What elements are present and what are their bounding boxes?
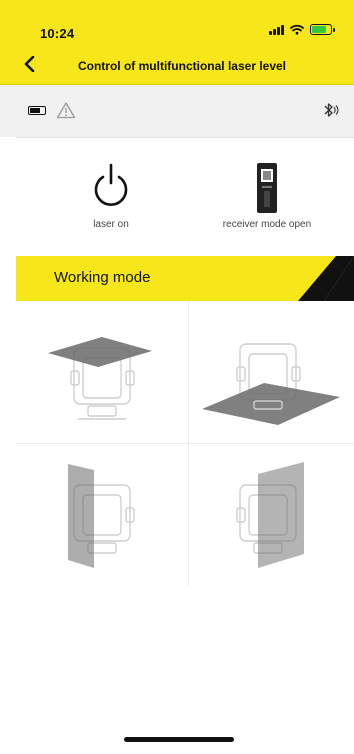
receiver-label: receiver mode open <box>222 219 312 230</box>
mode-horizontal-top[interactable] <box>16 301 189 444</box>
home-indicator[interactable] <box>124 737 234 742</box>
mode-vertical-side[interactable] <box>188 444 354 586</box>
laser-label: laser on <box>93 219 129 230</box>
power-icon <box>94 163 128 206</box>
signal-icon <box>269 24 284 35</box>
laser-level-icon <box>68 464 135 568</box>
battery-icon <box>28 106 46 115</box>
receiver-icon <box>257 163 277 213</box>
control-panel: laser on receiver mode open <box>0 137 354 257</box>
laser-level-icon <box>48 337 152 420</box>
app-screen: 10:24 Control of multifunctional laser l… <box>0 0 354 754</box>
status-time: 10:24 <box>40 26 75 41</box>
header-bar: 10:24 Control of multifunctional laser l… <box>0 0 354 85</box>
laser-toggle[interactable]: laser on <box>31 137 191 257</box>
device-status-bar <box>0 85 354 138</box>
mode-horizontal-bottom[interactable] <box>188 301 354 444</box>
mode-vertical-front[interactable] <box>16 444 189 586</box>
receiver-toggle[interactable]: receiver mode open <box>187 137 347 257</box>
mode-grid <box>16 301 354 591</box>
working-mode-title: Working mode <box>54 269 151 286</box>
bluetooth-icon[interactable] <box>320 101 340 119</box>
corner-decoration <box>298 256 354 301</box>
working-mode-header: Working mode <box>16 256 354 301</box>
phone-battery-icon <box>310 24 335 35</box>
page-title: Control of multifunctional laser level <box>77 59 287 73</box>
laser-level-icon <box>202 343 340 425</box>
wifi-icon <box>290 24 304 35</box>
status-icons <box>269 24 335 35</box>
laser-level-icon <box>236 462 304 568</box>
warning-icon <box>56 102 76 119</box>
